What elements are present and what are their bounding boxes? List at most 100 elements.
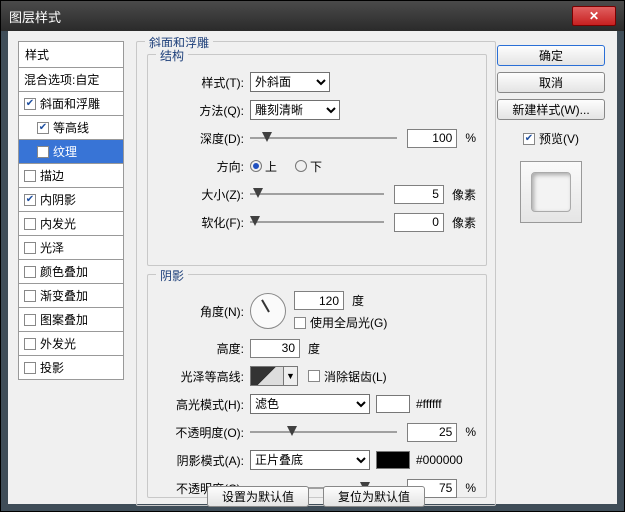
- style-item-label: 外发光: [40, 335, 76, 352]
- style-item-10[interactable]: 外发光: [18, 332, 124, 356]
- blend-options-row[interactable]: 混合选项:自定: [18, 68, 124, 92]
- soften-label: 软化(F):: [158, 214, 250, 231]
- direction-down-label: 下: [310, 158, 322, 175]
- depth-input[interactable]: [407, 129, 457, 148]
- style-list-header: 样式: [18, 41, 124, 68]
- antialias-checkbox[interactable]: [308, 370, 320, 382]
- highlight-opacity-input[interactable]: [407, 423, 457, 442]
- global-light-label: 使用全局光(G): [310, 314, 387, 331]
- angle-input[interactable]: [294, 291, 344, 310]
- style-item-checkbox[interactable]: [24, 338, 36, 350]
- angle-unit: 度: [352, 292, 364, 309]
- style-item-label: 内阴影: [40, 191, 76, 208]
- style-item-label: 等高线: [53, 119, 89, 136]
- style-item-checkbox[interactable]: [24, 98, 36, 110]
- new-style-button[interactable]: 新建样式(W)...: [497, 99, 605, 120]
- style-item-7[interactable]: 颜色叠加: [18, 260, 124, 284]
- direction-up-radio[interactable]: [250, 160, 262, 172]
- style-item-3[interactable]: 描边: [18, 164, 124, 188]
- reset-default-button[interactable]: 复位为默认值: [323, 486, 425, 507]
- style-item-checkbox[interactable]: [24, 218, 36, 230]
- global-light-checkbox[interactable]: [294, 317, 306, 329]
- style-item-checkbox[interactable]: [37, 122, 49, 134]
- gloss-contour-picker[interactable]: [250, 366, 284, 386]
- blend-options-label: 混合选项:自定: [24, 71, 99, 88]
- style-label: 样式(T):: [158, 74, 250, 91]
- style-item-4[interactable]: 内阴影: [18, 188, 124, 212]
- style-item-checkbox[interactable]: [24, 362, 36, 374]
- soften-slider[interactable]: [250, 213, 384, 231]
- style-item-2[interactable]: 纹理: [18, 140, 124, 164]
- style-item-11[interactable]: 投影: [18, 356, 124, 380]
- close-button[interactable]: ✕: [572, 6, 616, 26]
- style-item-label: 斜面和浮雕: [40, 95, 100, 112]
- style-select[interactable]: 外斜面: [250, 72, 330, 92]
- size-unit: 像素: [452, 186, 476, 203]
- preview-checkbox[interactable]: [523, 133, 535, 145]
- angle-dial[interactable]: [250, 293, 286, 329]
- style-item-checkbox[interactable]: [24, 290, 36, 302]
- style-item-label: 内发光: [40, 215, 76, 232]
- altitude-label: 高度:: [158, 340, 250, 357]
- make-default-button[interactable]: 设置为默认值: [207, 486, 309, 507]
- style-item-8[interactable]: 渐变叠加: [18, 284, 124, 308]
- highlight-opacity-unit: %: [465, 425, 476, 439]
- highlight-opacity-slider[interactable]: [250, 423, 397, 441]
- style-item-checkbox[interactable]: [24, 314, 36, 326]
- style-item-6[interactable]: 光泽: [18, 236, 124, 260]
- style-item-checkbox[interactable]: [24, 170, 36, 182]
- style-item-checkbox[interactable]: [24, 194, 36, 206]
- shading-group: 阴影 角度(N): 度 使用全局光(G): [147, 274, 487, 498]
- style-item-label: 纹理: [53, 143, 77, 160]
- style-item-label: 颜色叠加: [40, 263, 88, 280]
- soften-input[interactable]: [394, 213, 444, 232]
- ok-button[interactable]: 确定: [497, 45, 605, 66]
- highlight-hex: #ffffff: [416, 397, 442, 411]
- antialias-label: 消除锯齿(L): [324, 368, 387, 385]
- direction-down-radio[interactable]: [295, 160, 307, 172]
- preview-label: 预览(V): [539, 130, 579, 147]
- style-item-checkbox[interactable]: [37, 146, 49, 158]
- size-input[interactable]: [394, 185, 444, 204]
- structure-group: 结构 样式(T): 外斜面 方法(Q): 雕刻清晰 深度(D): % 方向:: [147, 54, 487, 266]
- highlight-color-swatch[interactable]: [376, 395, 410, 413]
- size-slider[interactable]: [250, 185, 384, 203]
- altitude-input[interactable]: [250, 339, 300, 358]
- gloss-contour-label: 光泽等高线:: [158, 368, 250, 385]
- shading-legend: 阴影: [156, 267, 188, 284]
- highlight-mode-select[interactable]: 滤色: [250, 394, 370, 414]
- style-item-label: 投影: [40, 359, 64, 376]
- style-item-5[interactable]: 内发光: [18, 212, 124, 236]
- style-item-checkbox[interactable]: [24, 242, 36, 254]
- preview-thumbnail: [520, 161, 582, 223]
- style-item-label: 光泽: [40, 239, 64, 256]
- size-label: 大小(Z):: [158, 186, 250, 203]
- style-item-checkbox[interactable]: [24, 266, 36, 278]
- direction-label: 方向:: [158, 158, 250, 175]
- shadow-mode-select[interactable]: 正片叠底: [250, 450, 370, 470]
- highlight-mode-label: 高光模式(H):: [158, 396, 250, 413]
- style-item-label: 描边: [40, 167, 64, 184]
- style-item-1[interactable]: 等高线: [18, 116, 124, 140]
- cancel-button[interactable]: 取消: [497, 72, 605, 93]
- structure-legend: 结构: [156, 47, 188, 64]
- depth-unit: %: [465, 131, 476, 145]
- direction-up-label: 上: [265, 158, 277, 175]
- highlight-opacity-label: 不透明度(O):: [158, 424, 250, 441]
- technique-select[interactable]: 雕刻清晰: [250, 100, 340, 120]
- window-title: 图层样式: [9, 7, 572, 26]
- style-item-0[interactable]: 斜面和浮雕: [18, 92, 124, 116]
- angle-label: 角度(N):: [158, 303, 250, 320]
- shadow-hex: #000000: [416, 453, 463, 467]
- gloss-contour-dropdown[interactable]: ▼: [284, 366, 298, 386]
- close-icon: ✕: [589, 9, 599, 23]
- altitude-unit: 度: [308, 340, 320, 357]
- depth-slider[interactable]: [250, 129, 397, 147]
- soften-unit: 像素: [452, 214, 476, 231]
- shadow-mode-label: 阴影模式(A):: [158, 452, 250, 469]
- depth-label: 深度(D):: [158, 130, 250, 147]
- shadow-color-swatch[interactable]: [376, 451, 410, 469]
- style-item-9[interactable]: 图案叠加: [18, 308, 124, 332]
- technique-label: 方法(Q):: [158, 102, 250, 119]
- style-item-label: 图案叠加: [40, 311, 88, 328]
